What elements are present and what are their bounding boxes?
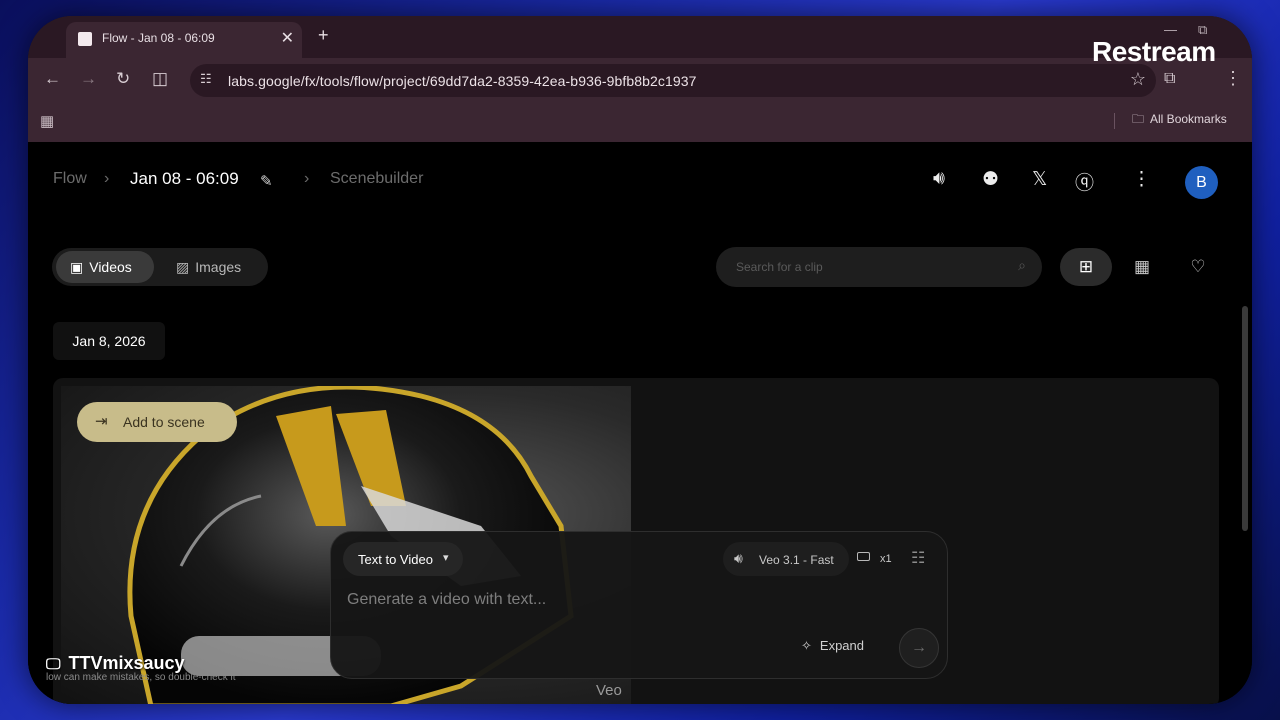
x-icon[interactable]: 𝕏 bbox=[1032, 168, 1047, 191]
forward-icon[interactable]: → bbox=[80, 69, 97, 89]
search-input[interactable]: Search for a clip ⌕ bbox=[716, 247, 1042, 287]
chevron-right-icon: › bbox=[104, 170, 110, 187]
date-chip: Jan 8, 2026 bbox=[53, 322, 165, 360]
image-icon: ▨ bbox=[176, 259, 190, 275]
volume-icon: 🔊︎ bbox=[734, 550, 743, 566]
add-to-scene-label: Add to scene bbox=[123, 414, 205, 430]
tab-title: Flow - Jan 08 - 06:09 bbox=[102, 31, 215, 45]
sidepanel-icon[interactable]: ◫ bbox=[152, 69, 168, 89]
prompt-input[interactable]: Generate a video with text... bbox=[347, 591, 546, 609]
breadcrumb-root[interactable]: Flow bbox=[53, 170, 87, 188]
star-icon[interactable]: ☆ bbox=[1130, 69, 1146, 90]
folder-icon: 🗀 bbox=[1132, 112, 1145, 126]
edit-icon[interactable]: ✎ bbox=[260, 172, 273, 190]
tab-videos-text: Videos bbox=[89, 259, 132, 275]
all-bookmarks[interactable]: 🗀 All Bookmarks bbox=[1132, 110, 1227, 131]
videocam-icon: ▣ bbox=[70, 259, 84, 275]
back-icon[interactable]: ← bbox=[44, 69, 61, 89]
expand-button[interactable]: ✧ Expand bbox=[801, 638, 864, 654]
more-vert-icon[interactable]: ⋮ bbox=[1224, 68, 1242, 89]
caret-down-icon: ▾ bbox=[443, 552, 449, 564]
bookmark-separator bbox=[1114, 113, 1115, 129]
browser-chrome: Flow - Jan 08 - 06:09 ✕ + — ⧉ ← → ↻ ◫ ☷ … bbox=[28, 16, 1252, 142]
plus-icon[interactable]: + bbox=[318, 25, 329, 46]
stream-frame: Flow - Jan 08 - 06:09 ✕ + — ⧉ ← → ↻ ◫ ☷ … bbox=[28, 16, 1252, 704]
all-bookmarks-label: All Bookmarks bbox=[1150, 112, 1227, 126]
tune-icon[interactable]: ☷ bbox=[911, 548, 925, 568]
address-bar[interactable]: ☷ labs.google/fx/tools/flow/project/69dd… bbox=[190, 64, 1156, 97]
discord-icon[interactable]: ⚉ bbox=[982, 168, 999, 191]
scrollbar[interactable] bbox=[1242, 306, 1248, 531]
volume-icon[interactable]: 🔊︎ bbox=[933, 168, 945, 190]
table-icon[interactable]: ▦ bbox=[1116, 248, 1168, 286]
tab-strip: Flow - Jan 08 - 06:09 ✕ + — ⧉ bbox=[28, 16, 1252, 58]
browser-tab[interactable]: Flow - Jan 08 - 06:09 ✕ bbox=[66, 22, 302, 58]
monitor-icon: 🖵︎ bbox=[46, 656, 61, 673]
reload-icon[interactable]: ↻ bbox=[116, 69, 130, 89]
flow-app: Flow › Jan 08 - 06:09 ✎ › Scenebuilder 🔊… bbox=[28, 142, 1252, 704]
avatar[interactable]: B bbox=[1185, 166, 1218, 199]
help-icon[interactable]: ⓠ bbox=[1075, 168, 1094, 195]
expand-icon: ✧ bbox=[801, 638, 812, 653]
project-name: Jan 08 - 06:09 bbox=[130, 169, 239, 188]
tab-images[interactable]: ▨ Images bbox=[176, 259, 241, 276]
veo-watermark: Veo bbox=[596, 682, 622, 699]
add-to-scene-icon: ⇥ bbox=[95, 413, 108, 430]
expand-label: Expand bbox=[819, 638, 864, 653]
media-type-toggle: ▣ Videos ▨ Images bbox=[52, 248, 268, 286]
search-icon[interactable]: ⌕ bbox=[1018, 257, 1026, 274]
tab-videos-label[interactable]: ▣ Videos bbox=[70, 259, 132, 276]
model-label: Veo 3.1 - Fast bbox=[759, 553, 834, 567]
restream-logo: Restream bbox=[1092, 36, 1216, 67]
tab-images-text: Images bbox=[195, 259, 242, 275]
heart-icon[interactable]: ♡ bbox=[1172, 248, 1224, 286]
site-settings-icon[interactable]: ☷ bbox=[200, 71, 212, 87]
minimize-icon[interactable]: — bbox=[1164, 22, 1177, 37]
streamer-tag: 🖵︎ TTVmixsaucy bbox=[46, 653, 185, 674]
add-to-scene-button[interactable]: ⇥ Add to scene bbox=[77, 402, 237, 442]
streamer-name: TTVmixsaucy bbox=[68, 653, 185, 673]
mode-dropdown[interactable]: Text to Video ▾ bbox=[343, 542, 463, 576]
grid-icon[interactable]: ⊞ bbox=[1060, 248, 1112, 286]
more-vert-icon[interactable]: ⋮ bbox=[1132, 168, 1151, 191]
search-placeholder: Search for a clip bbox=[736, 260, 823, 274]
apps-icon[interactable]: ▦ bbox=[40, 112, 54, 130]
breadcrumb-current[interactable]: Scenebuilder bbox=[330, 170, 423, 188]
extensions-icon[interactable]: ⧉ bbox=[1164, 70, 1175, 88]
chevron-right-icon: › bbox=[304, 170, 310, 187]
aspect-ratio-icon[interactable] bbox=[857, 552, 870, 561]
mode-label: Text to Video bbox=[358, 552, 433, 567]
prompt-composer: Text to Video ▾ 🔊︎ Veo 3.1 - Fast x1 ☷ G… bbox=[330, 531, 948, 679]
model-selector[interactable]: 🔊︎ Veo 3.1 - Fast bbox=[723, 542, 849, 576]
arrow-right-icon[interactable]: → bbox=[899, 628, 939, 668]
close-icon[interactable]: ✕ bbox=[281, 28, 294, 48]
output-count[interactable]: x1 bbox=[880, 553, 892, 565]
tab-favicon bbox=[78, 32, 92, 46]
url-text[interactable]: labs.google/fx/tools/flow/project/69dd7d… bbox=[228, 73, 697, 89]
